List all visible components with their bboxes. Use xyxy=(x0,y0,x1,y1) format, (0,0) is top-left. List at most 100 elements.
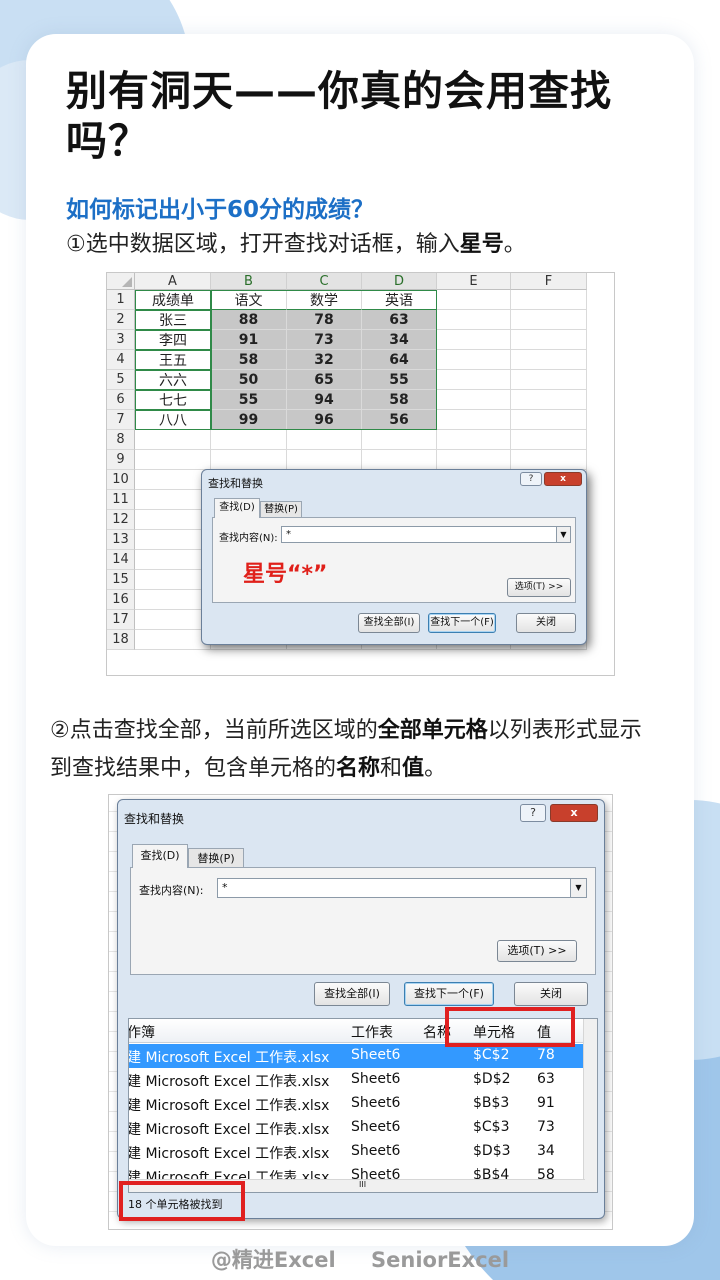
empty-cell[interactable] xyxy=(437,430,511,450)
tab-find[interactable]: 查找(D) xyxy=(214,498,260,518)
result-row[interactable]: 建 Microsoft Excel 工作表.xlsx Sheet6 $D$3 34 xyxy=(129,1140,585,1164)
row-header-7[interactable]: 7 xyxy=(107,410,135,430)
find-input[interactable]: * ▼ xyxy=(281,526,571,543)
score-cell[interactable]: 34 xyxy=(362,330,437,350)
result-row[interactable]: 建 Microsoft Excel 工作表.xlsx Sheet6 $C$2 78 xyxy=(129,1044,585,1068)
empty-cell[interactable] xyxy=(135,470,211,490)
score-cell[interactable]: 78 xyxy=(287,310,362,330)
chevron-down-icon[interactable]: ▼ xyxy=(570,879,586,897)
close-icon[interactable]: x xyxy=(550,804,598,822)
column-header-A[interactable]: A xyxy=(135,273,211,290)
empty-cell[interactable] xyxy=(211,430,287,450)
empty-cell[interactable] xyxy=(511,430,587,450)
empty-cell[interactable] xyxy=(511,410,587,430)
row-header-1[interactable]: 1 xyxy=(107,290,135,310)
score-cell[interactable]: 32 xyxy=(287,350,362,370)
row-header-3[interactable]: 3 xyxy=(107,330,135,350)
row-header-9[interactable]: 9 xyxy=(107,450,135,470)
result-row[interactable]: 建 Microsoft Excel 工作表.xlsx Sheet6 $B$3 91 xyxy=(129,1092,585,1116)
row-header-2[interactable]: 2 xyxy=(107,310,135,330)
empty-cell[interactable] xyxy=(135,450,211,470)
empty-cell[interactable] xyxy=(511,310,587,330)
empty-cell[interactable] xyxy=(135,570,211,590)
col-header-name[interactable]: 名称 xyxy=(423,1022,451,1042)
empty-cell[interactable] xyxy=(135,630,211,650)
score-cell[interactable]: 63 xyxy=(362,310,437,330)
student-name-cell[interactable]: 王五 xyxy=(135,350,211,370)
results-list[interactable]: 作簿 工作表 名称 单元格 值 建 Microsoft Excel 工作表.xl… xyxy=(128,1018,598,1193)
empty-cell[interactable] xyxy=(511,350,587,370)
score-cell[interactable]: 91 xyxy=(211,330,287,350)
tab-find[interactable]: 查找(D) xyxy=(132,844,188,868)
score-cell[interactable]: 99 xyxy=(211,410,287,430)
score-cell[interactable]: 55 xyxy=(362,370,437,390)
empty-cell[interactable] xyxy=(511,370,587,390)
close-button[interactable]: 关闭 xyxy=(516,613,576,633)
row-header-5[interactable]: 5 xyxy=(107,370,135,390)
empty-cell[interactable] xyxy=(287,430,362,450)
help-button[interactable]: ? xyxy=(520,804,546,822)
empty-cell[interactable] xyxy=(511,290,587,310)
empty-cell[interactable] xyxy=(511,450,587,470)
student-name-cell[interactable]: 张三 xyxy=(135,310,211,330)
empty-cell[interactable] xyxy=(362,430,437,450)
header-cell[interactable]: 语文 xyxy=(211,290,287,310)
empty-cell[interactable] xyxy=(135,530,211,550)
score-cell[interactable]: 73 xyxy=(287,330,362,350)
result-row[interactable]: 建 Microsoft Excel 工作表.xlsx Sheet6 $D$2 63 xyxy=(129,1068,585,1092)
options-button[interactable]: 选项(T) >> xyxy=(507,578,571,597)
score-cell[interactable]: 58 xyxy=(362,390,437,410)
empty-cell[interactable] xyxy=(437,390,511,410)
close-icon[interactable]: x xyxy=(544,472,582,486)
horizontal-scrollbar[interactable]: III xyxy=(129,1179,585,1192)
find-input[interactable]: * ▼ xyxy=(217,878,587,898)
student-name-cell[interactable]: 七七 xyxy=(135,390,211,410)
row-header-6[interactable]: 6 xyxy=(107,390,135,410)
col-header-cell[interactable]: 单元格 xyxy=(473,1022,515,1042)
empty-cell[interactable] xyxy=(287,450,362,470)
score-cell[interactable]: 65 xyxy=(287,370,362,390)
vertical-scrollbar[interactable] xyxy=(583,1019,597,1192)
score-cell[interactable]: 96 xyxy=(287,410,362,430)
row-header-4[interactable]: 4 xyxy=(107,350,135,370)
empty-cell[interactable] xyxy=(511,330,587,350)
header-cell[interactable]: 数学 xyxy=(287,290,362,310)
row-header-12[interactable]: 12 xyxy=(107,510,135,530)
row-header-18[interactable]: 18 xyxy=(107,630,135,650)
close-button[interactable]: 关闭 xyxy=(514,982,588,1006)
empty-cell[interactable] xyxy=(135,510,211,530)
empty-cell[interactable] xyxy=(437,450,511,470)
column-header-B[interactable]: B xyxy=(211,273,287,290)
student-name-cell[interactable]: 李四 xyxy=(135,330,211,350)
find-all-button[interactable]: 查找全部(I) xyxy=(358,613,420,633)
column-header-D[interactable]: D xyxy=(362,273,437,290)
column-header-F[interactable]: F xyxy=(511,273,587,290)
column-header-C[interactable]: C xyxy=(287,273,362,290)
chevron-down-icon[interactable]: ▼ xyxy=(556,527,570,542)
find-next-button[interactable]: 查找下一个(F) xyxy=(428,613,496,633)
empty-cell[interactable] xyxy=(135,550,211,570)
score-cell[interactable]: 64 xyxy=(362,350,437,370)
options-button[interactable]: 选项(T) >> xyxy=(497,940,577,962)
empty-cell[interactable] xyxy=(135,490,211,510)
score-cell[interactable]: 55 xyxy=(211,390,287,410)
row-header-8[interactable]: 8 xyxy=(107,430,135,450)
tab-replace[interactable]: 替换(P) xyxy=(260,501,302,518)
empty-cell[interactable] xyxy=(511,390,587,410)
row-header-17[interactable]: 17 xyxy=(107,610,135,630)
empty-cell[interactable] xyxy=(437,370,511,390)
header-cell[interactable]: 英语 xyxy=(362,290,437,310)
tab-replace[interactable]: 替换(P) xyxy=(188,848,244,868)
row-header-15[interactable]: 15 xyxy=(107,570,135,590)
score-cell[interactable]: 50 xyxy=(211,370,287,390)
empty-cell[interactable] xyxy=(135,610,211,630)
find-next-button[interactable]: 查找下一个(F) xyxy=(404,982,494,1006)
row-header-14[interactable]: 14 xyxy=(107,550,135,570)
column-header-E[interactable]: E xyxy=(437,273,511,290)
empty-cell[interactable] xyxy=(437,290,511,310)
row-header-10[interactable]: 10 xyxy=(107,470,135,490)
header-cell[interactable]: 成绩单 xyxy=(135,290,211,310)
empty-cell[interactable] xyxy=(362,450,437,470)
row-header-16[interactable]: 16 xyxy=(107,590,135,610)
col-header-value[interactable]: 值 xyxy=(537,1022,551,1042)
